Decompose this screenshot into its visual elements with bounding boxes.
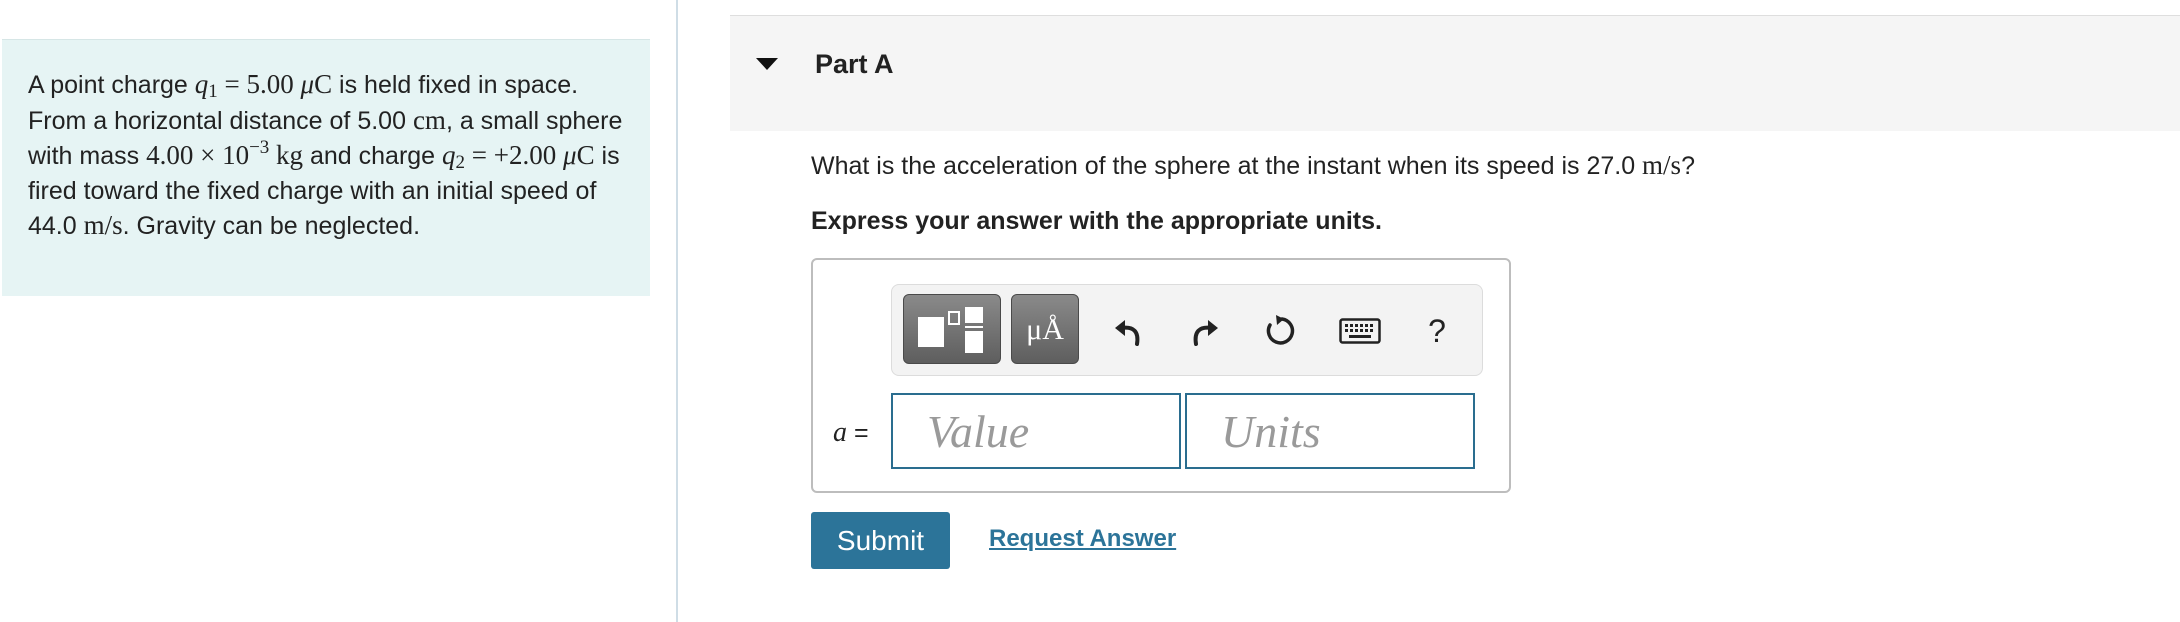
- templates-icon[interactable]: [903, 294, 1001, 364]
- question-text: What is the acceleration of the sphere a…: [811, 150, 1695, 181]
- keyboard-icon[interactable]: [1333, 309, 1387, 353]
- problem-segment: μ: [563, 140, 577, 170]
- problem-segment: = 5.00: [217, 69, 301, 99]
- problem-segment: A point charge: [28, 71, 195, 99]
- request-answer-link[interactable]: Request Answer: [989, 525, 1176, 553]
- problem-segment: q: [442, 140, 456, 170]
- answer-variable: a: [833, 417, 847, 448]
- question-prefix: What is the acceleration of the sphere a…: [811, 152, 1643, 180]
- problem-segment: C: [314, 69, 333, 99]
- problem-segment: 4.00 × 10: [146, 140, 250, 170]
- problem-segment: 2: [455, 152, 466, 173]
- units-icon[interactable]: μÅ: [1011, 294, 1079, 364]
- problem-segment: cm: [412, 104, 446, 135]
- problem-segment: μ: [300, 69, 315, 99]
- question-suffix: ?: [1681, 152, 1695, 180]
- value-input[interactable]: [891, 393, 1181, 469]
- units-input[interactable]: [1185, 393, 1475, 469]
- panel-divider: [676, 0, 678, 622]
- problem-segment: . Gravity can be neglected.: [122, 212, 421, 240]
- question-unit: m/s: [1642, 150, 1682, 180]
- answer-variable-label: a =: [833, 417, 869, 449]
- problem-segment: m/s: [83, 210, 123, 240]
- reset-icon[interactable]: [1258, 309, 1302, 353]
- problem-segment: = +2.00: [465, 140, 564, 170]
- undo-icon[interactable]: [1107, 309, 1151, 353]
- answer-box: μÅ ? a = Value Units: [811, 258, 1511, 493]
- part-title[interactable]: Part A: [815, 49, 894, 80]
- problem-statement: A point charge q1 = 5.00 μC is held fixe…: [2, 39, 650, 296]
- submit-button[interactable]: Submit: [811, 512, 950, 569]
- problem-segment: 1: [208, 81, 218, 102]
- collapse-caret-icon[interactable]: [756, 58, 778, 70]
- problem-segment: q: [194, 69, 209, 99]
- problem-segment: kg: [269, 140, 304, 170]
- redo-icon[interactable]: [1182, 309, 1226, 353]
- problem-text: A point charge q1 = 5.00 μC is held fixe…: [28, 69, 622, 240]
- problem-segment: −3: [249, 137, 270, 158]
- help-icon[interactable]: ?: [1415, 309, 1459, 353]
- page: A point charge q1 = 5.00 μC is held fixe…: [0, 0, 2180, 622]
- problem-segment: and charge: [303, 142, 443, 170]
- answer-equals: =: [847, 419, 869, 447]
- math-toolbar: μÅ ?: [891, 284, 1483, 376]
- problem-segment: C: [576, 140, 595, 170]
- answer-instruction: Express your answer with the appropriate…: [811, 207, 1382, 235]
- part-header[interactable]: Part A: [730, 15, 2180, 131]
